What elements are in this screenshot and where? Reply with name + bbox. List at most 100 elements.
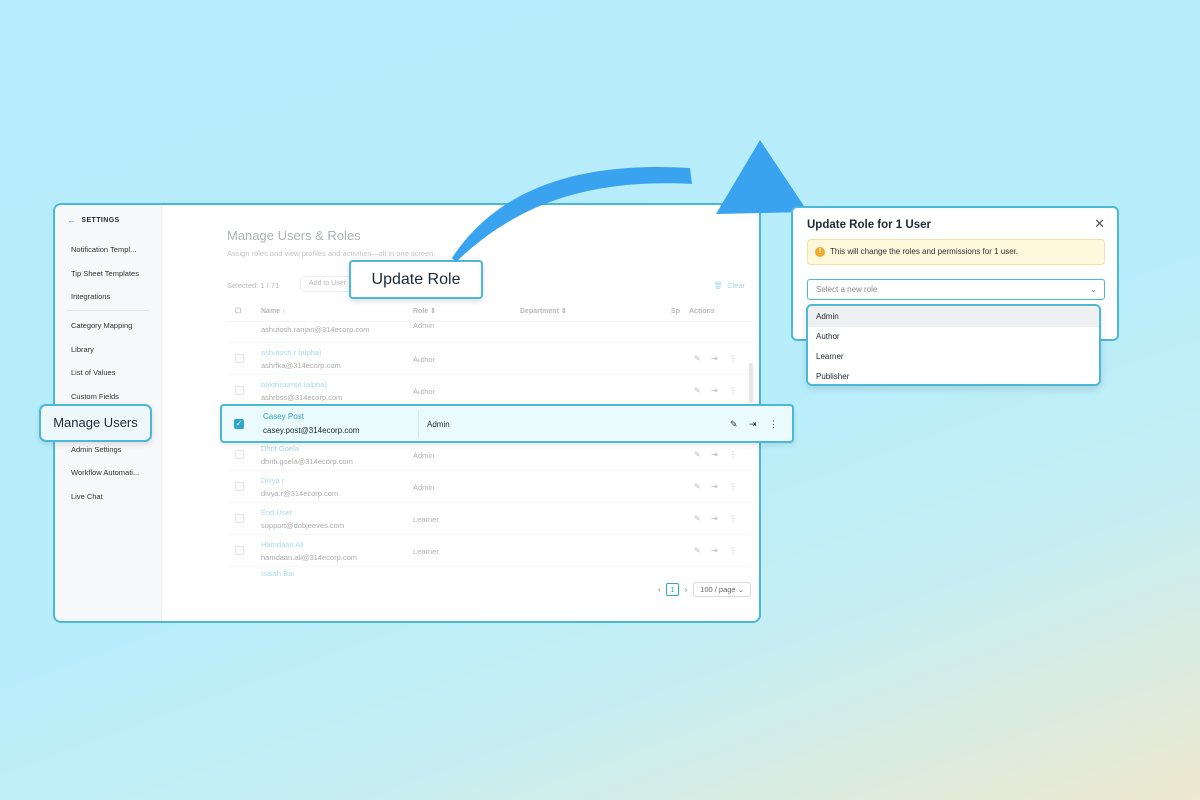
- page-title: Manage Users & Roles: [227, 228, 361, 243]
- sidebar-item-live-chat[interactable]: Live Chat: [71, 492, 103, 501]
- user-role: Admin: [413, 483, 435, 492]
- chevron-down-icon: ⌄: [1090, 285, 1097, 294]
- page-subtitle: Assign roles and view profiles and activ…: [227, 249, 436, 258]
- row-checkbox[interactable]: [235, 514, 244, 523]
- edit-icon[interactable]: ✎: [694, 514, 701, 523]
- sidebar-item-admin-settings[interactable]: Admin Settings: [71, 445, 121, 454]
- login-as-icon[interactable]: ⇥: [711, 450, 718, 459]
- row-checkbox-checked[interactable]: ✓: [234, 419, 244, 429]
- table-row[interactable]: ashutosh.r (alpha) ashrfka@314ecorp.com …: [227, 343, 753, 375]
- manage-users-callout[interactable]: Manage Users: [39, 404, 152, 442]
- sidebar-item-library[interactable]: Library: [71, 345, 94, 354]
- user-email: ashrbss@314ecorp.com: [261, 393, 343, 402]
- edit-icon[interactable]: ✎: [694, 546, 701, 555]
- row-checkbox[interactable]: [235, 450, 244, 459]
- sidebar-item-integrations[interactable]: Integrations: [71, 292, 110, 301]
- table-row[interactable]: Isaiah Bai: [227, 567, 753, 578]
- table-row[interactable]: ashutosh.ranjan@314ecorp.com Admin: [227, 311, 753, 343]
- table-row[interactable]: End User support@dobjeeves.com Learner ✎…: [227, 503, 753, 535]
- next-page-icon[interactable]: ›: [685, 585, 688, 594]
- curved-arrow-graphic: [452, 140, 808, 262]
- user-name[interactable]: Isaiah Bai: [261, 569, 294, 578]
- role-option-publisher[interactable]: Publisher: [808, 367, 1099, 384]
- table-row[interactable]: Dhrit Goela dhriti.goela@314ecorp.com Ad…: [227, 439, 753, 471]
- user-email: ashrfka@314ecorp.com: [261, 361, 341, 370]
- clear-label: Clear: [727, 281, 745, 290]
- user-role: Author: [413, 355, 436, 364]
- login-as-icon[interactable]: ⇥: [749, 419, 757, 430]
- row-checkbox[interactable]: [235, 546, 244, 555]
- more-icon[interactable]: ⋮: [729, 386, 737, 395]
- back-arrow-icon: ←: [67, 215, 77, 225]
- role-select-placeholder: Select a new role: [816, 285, 878, 294]
- table-row[interactable]: bakthisumpt (alpha) ashrbss@314ecorp.com…: [227, 375, 753, 407]
- clear-button[interactable]: 🗑 Clear: [714, 281, 745, 290]
- user-email: dhriti.goela@314ecorp.com: [261, 457, 353, 466]
- role-select[interactable]: Select a new role ⌄: [807, 279, 1105, 300]
- more-icon[interactable]: ⋮: [729, 514, 737, 523]
- settings-label: SETTINGS: [81, 216, 120, 224]
- selected-count: Selected: 1 / 71: [227, 281, 280, 290]
- sidebar-item-tip-sheet-templates[interactable]: Tip Sheet Templates: [71, 269, 139, 278]
- trash-icon: 🗑: [713, 281, 724, 290]
- sidebar-item-notification-templates[interactable]: Notification Templ...: [71, 245, 136, 254]
- column-separator: [418, 410, 419, 438]
- edit-icon[interactable]: ✎: [694, 450, 701, 459]
- more-icon[interactable]: ⋮: [729, 546, 737, 555]
- sidebar-divider: [67, 310, 149, 311]
- pagination: ‹ 1 › 100 / page ⌄: [658, 582, 751, 597]
- login-as-icon[interactable]: ⇥: [711, 386, 718, 395]
- user-name[interactable]: Casey Post: [263, 412, 304, 421]
- modal-title: Update Role for 1 User: [807, 219, 931, 231]
- more-icon[interactable]: ⋮: [769, 419, 778, 430]
- login-as-icon[interactable]: ⇥: [711, 354, 718, 363]
- sidebar-item-list-of-values[interactable]: List of Values: [71, 368, 115, 377]
- user-email: hamdaan.ali@314ecorp.com: [261, 553, 358, 562]
- role-option-admin[interactable]: Admin: [808, 307, 1099, 327]
- user-email: casey.post@314ecorp.com: [263, 426, 360, 435]
- page-size-select[interactable]: 100 / page ⌄: [693, 582, 751, 597]
- edit-icon[interactable]: ✎: [694, 482, 701, 491]
- login-as-icon[interactable]: ⇥: [711, 514, 718, 523]
- sidebar-item-category-mapping[interactable]: Category Mapping: [71, 321, 132, 330]
- page-number[interactable]: 1: [666, 583, 679, 596]
- user-role: Admin: [427, 420, 450, 429]
- user-name[interactable]: bakthisumpt (alpha): [261, 380, 327, 389]
- user-role: Author: [413, 387, 436, 396]
- selected-table-row[interactable]: ✓ Casey Post casey.post@314ecorp.com Adm…: [220, 404, 794, 443]
- user-name[interactable]: End User: [261, 508, 292, 517]
- user-role: Admin: [413, 451, 435, 460]
- row-checkbox[interactable]: [235, 482, 244, 491]
- user-name[interactable]: Dhrit Goela: [261, 444, 299, 453]
- warning-text: This will change the roles and permissio…: [830, 247, 1019, 256]
- more-icon[interactable]: ⋮: [729, 450, 737, 459]
- edit-icon[interactable]: ✎: [730, 419, 738, 430]
- user-email: support@dobjeeves.com: [261, 521, 345, 530]
- edit-icon[interactable]: ✎: [694, 386, 701, 395]
- login-as-icon[interactable]: ⇥: [711, 546, 718, 555]
- login-as-icon[interactable]: ⇥: [711, 482, 718, 491]
- warning-icon: !: [815, 247, 825, 257]
- more-icon[interactable]: ⋮: [729, 482, 737, 491]
- row-checkbox[interactable]: [235, 386, 244, 395]
- user-name[interactable]: Hamdaan Ali: [261, 540, 304, 549]
- user-role: Learner: [413, 547, 439, 556]
- settings-back-link[interactable]: ← SETTINGS: [67, 215, 120, 225]
- row-checkbox[interactable]: [235, 354, 244, 363]
- sidebar-item-custom-fields[interactable]: Custom Fields: [71, 392, 119, 401]
- more-icon[interactable]: ⋮: [729, 354, 737, 363]
- user-role: Admin: [413, 321, 435, 330]
- sidebar-item-workflow-automation[interactable]: Workflow Automati...: [71, 468, 139, 477]
- prev-page-icon[interactable]: ‹: [658, 585, 661, 594]
- table-scrollbar[interactable]: [749, 363, 753, 403]
- edit-icon[interactable]: ✎: [694, 354, 701, 363]
- table-row[interactable]: Divya r divya.r@314ecorp.com Admin ✎ ⇥ ⋮: [227, 471, 753, 503]
- chevron-down-icon: ⌄: [737, 585, 744, 594]
- user-name[interactable]: ashutosh.r (alpha): [261, 348, 321, 357]
- close-icon[interactable]: ✕: [1094, 216, 1105, 232]
- warning-banner: ! This will change the roles and permiss…: [807, 239, 1105, 265]
- table-row[interactable]: Hamdaan Ali hamdaan.ali@314ecorp.com Lea…: [227, 535, 753, 567]
- role-option-author[interactable]: Author: [808, 327, 1099, 347]
- user-name[interactable]: Divya r: [261, 476, 284, 485]
- role-option-learner[interactable]: Learner: [808, 347, 1099, 367]
